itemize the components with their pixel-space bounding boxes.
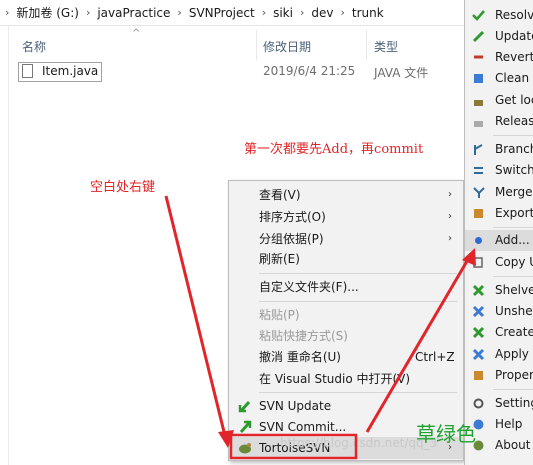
chevron-right-icon: › bbox=[448, 189, 452, 200]
copy-icon bbox=[473, 257, 483, 268]
submenu-item-get-lock[interactable]: Get lock bbox=[465, 90, 533, 111]
update-icon bbox=[472, 30, 485, 43]
column-divider[interactable] bbox=[366, 30, 367, 60]
menu-item-refresh[interactable]: 刷新(E) bbox=[229, 248, 463, 270]
submenu-item-copy-url[interactable]: Copy U bbox=[465, 252, 533, 273]
submenu-item-shelve[interactable]: Shelve... bbox=[465, 280, 533, 301]
tortoisesvn-submenu[interactable]: Resolve Update Revert... Clean u Get loc… bbox=[464, 0, 533, 465]
annotation-add-commit: 第一次都要先Add，再commit bbox=[244, 142, 424, 157]
unshelve-icon bbox=[472, 305, 485, 318]
submenu-item-cleanup[interactable]: Clean u bbox=[465, 68, 533, 89]
revert-icon bbox=[474, 55, 483, 59]
svn-commit-icon bbox=[239, 420, 252, 433]
apply-patch-icon bbox=[472, 348, 485, 361]
nav-chevron-icon[interactable]: › bbox=[0, 6, 14, 19]
submenu-item-branch[interactable]: Branch/ bbox=[465, 139, 533, 160]
column-header-type[interactable]: 类型 bbox=[374, 38, 398, 55]
file-date: 2019/6/4 21:25 bbox=[263, 64, 356, 78]
menu-separator bbox=[493, 135, 533, 136]
submenu-item-properties[interactable]: Propert bbox=[465, 365, 533, 386]
settings-icon bbox=[473, 398, 484, 409]
arrow-to-tortoisesvn bbox=[164, 195, 228, 441]
submenu-item-merge[interactable]: Merge... bbox=[465, 182, 533, 203]
breadcrumb-sep-icon[interactable]: › bbox=[295, 6, 309, 19]
chevron-right-icon: › bbox=[448, 211, 452, 222]
breadcrumb-sep-icon[interactable]: › bbox=[335, 6, 349, 19]
properties-icon bbox=[474, 371, 483, 380]
annotation-color: 草绿色 bbox=[416, 422, 476, 446]
submenu-item-apply-patch[interactable]: Apply p bbox=[465, 344, 533, 365]
submenu-item-unshelve[interactable]: Unshelv bbox=[465, 301, 533, 322]
breadcrumb-sep-icon[interactable]: › bbox=[172, 6, 186, 19]
chevron-right-icon: › bbox=[448, 233, 452, 244]
menu-item-view[interactable]: 查看(V) › bbox=[229, 184, 463, 206]
menu-separator bbox=[259, 273, 457, 274]
submenu-item-resolve[interactable]: Resolve bbox=[465, 5, 533, 26]
switch-icon bbox=[474, 167, 483, 174]
menu-separator bbox=[259, 392, 457, 393]
menu-separator bbox=[493, 389, 533, 390]
submenu-item-revert[interactable]: Revert... bbox=[465, 47, 533, 68]
breadcrumb-siki[interactable]: siki bbox=[271, 6, 295, 20]
breadcrumb-javapractice[interactable]: javaPractice bbox=[95, 6, 172, 20]
column-divider[interactable] bbox=[256, 30, 257, 60]
submenu-item-add[interactable]: Add... bbox=[465, 230, 533, 251]
submenu-item-export[interactable]: Export... bbox=[465, 203, 533, 224]
lock-icon bbox=[474, 100, 483, 106]
export-icon bbox=[474, 209, 483, 218]
submenu-item-settings[interactable]: Settings bbox=[465, 393, 533, 414]
column-header-name[interactable]: 名称 bbox=[22, 38, 46, 55]
breadcrumb-sep-icon[interactable]: › bbox=[81, 6, 95, 19]
address-bar[interactable]: › 新加卷 (G:) › javaPractice › SVNProject ›… bbox=[0, 0, 470, 26]
breadcrumb-dev[interactable]: dev bbox=[309, 6, 335, 20]
column-header-date[interactable]: 修改日期 bbox=[263, 38, 311, 55]
menu-separator bbox=[259, 301, 457, 302]
menu-separator bbox=[493, 227, 533, 228]
breadcrumb-drive[interactable]: 新加卷 (G:) bbox=[14, 4, 81, 21]
breadcrumb-sep-icon[interactable]: › bbox=[257, 6, 271, 19]
file-row[interactable]: Item.java 2019/6/4 21:25 JAVA 文件 bbox=[16, 60, 476, 82]
tortoise-icon bbox=[239, 443, 251, 454]
submenu-item-update[interactable]: Update bbox=[465, 26, 533, 47]
menu-item-open-in-visual-studio[interactable]: 在 Visual Studio 中打开(V) bbox=[229, 368, 463, 390]
shortcut-label: Ctrl+Z bbox=[415, 350, 455, 364]
menu-item-paste-shortcut[interactable]: 粘贴快捷方式(S) bbox=[229, 325, 463, 347]
file-name: Item.java bbox=[42, 64, 99, 78]
branch-icon bbox=[474, 144, 483, 155]
create-patch-icon bbox=[472, 326, 485, 339]
submenu-item-switch[interactable]: Switch... bbox=[465, 160, 533, 181]
menu-separator bbox=[493, 276, 533, 277]
menu-item-group-by[interactable]: 分组依据(P) › bbox=[229, 228, 463, 250]
menu-item-svn-update[interactable]: SVN Update bbox=[229, 395, 463, 417]
navigation-pane[interactable] bbox=[0, 26, 9, 465]
resolve-icon bbox=[472, 10, 485, 21]
add-icon bbox=[475, 237, 482, 244]
breadcrumb-trunk[interactable]: trunk bbox=[350, 6, 386, 20]
breadcrumb-svnproject[interactable]: SVNProject bbox=[187, 6, 257, 20]
menu-item-customize-folder[interactable]: 自定义文件夹(F)... bbox=[229, 276, 463, 298]
unlock-icon bbox=[474, 121, 483, 127]
file-type: JAVA 文件 bbox=[374, 66, 429, 80]
merge-icon bbox=[473, 187, 485, 198]
menu-item-undo-rename[interactable]: 撤消 重命名(U) Ctrl+Z bbox=[229, 346, 463, 368]
menu-item-sort-by[interactable]: 排序方式(O) › bbox=[229, 206, 463, 228]
cleanup-icon bbox=[474, 74, 483, 83]
shelve-icon bbox=[472, 284, 485, 297]
menu-item-paste[interactable]: 粘贴(P) bbox=[229, 304, 463, 326]
annotation-right-click: 空白处右键 bbox=[90, 180, 156, 195]
java-file-icon bbox=[22, 64, 33, 78]
watermark: https://blog.csdn.net/qq_3 bbox=[280, 436, 438, 450]
sort-ascending-icon: ^ bbox=[132, 28, 141, 39]
svn-update-icon bbox=[238, 401, 251, 413]
submenu-item-release-lock[interactable]: Release bbox=[465, 111, 533, 132]
submenu-item-create-patch[interactable]: Create bbox=[465, 322, 533, 343]
